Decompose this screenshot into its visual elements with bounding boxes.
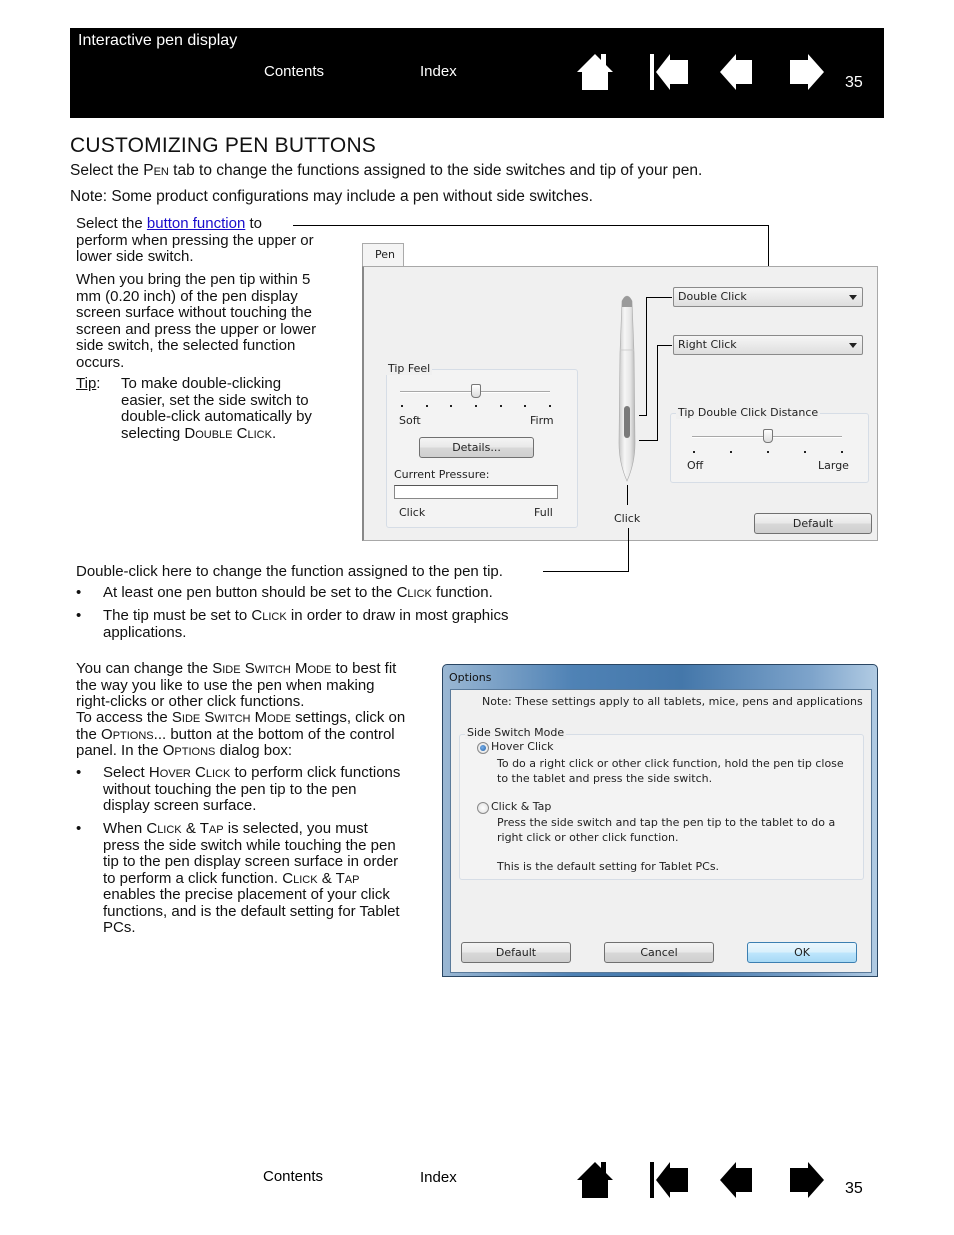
tip-feel-slider-thumb[interactable]: [471, 384, 481, 398]
note-text: Note: Some product configurations may in…: [70, 188, 593, 205]
hover-click-radio[interactable]: [477, 742, 489, 754]
pen-tip-label[interactable]: Click: [614, 512, 640, 525]
intro-text: Select the Pen tab to change the functio…: [70, 162, 703, 179]
tip-double-click-min-label: Off: [687, 459, 704, 472]
bullet-item: When Click & Tap is selected, you must p…: [103, 820, 400, 936]
page-number: 35: [845, 1180, 863, 1197]
pressure-min-label: Click: [399, 506, 426, 519]
index-link[interactable]: Index: [420, 1169, 457, 1186]
slider-tick: [499, 405, 502, 407]
button-function-callout: Select the button function to perform wh…: [76, 215, 314, 265]
button-function-link[interactable]: button function: [147, 215, 245, 232]
index-link[interactable]: Index: [420, 63, 457, 80]
previous-page-icon[interactable]: [718, 52, 758, 92]
bullet-item: Select Hover Click to perform click func…: [103, 764, 401, 814]
slider-tick: [401, 405, 403, 407]
hover-click-label[interactable]: Hover Click: [491, 740, 554, 753]
dialog-client-area: Note: These settings apply to all tablet…: [450, 689, 872, 973]
default-button[interactable]: Default: [754, 513, 872, 534]
leader-line: [628, 528, 629, 571]
leader-line: [646, 297, 647, 415]
slider-tick: [804, 451, 806, 453]
pen-illustration: [618, 295, 636, 482]
bullet-item: At least one pen button should be set to…: [103, 584, 493, 601]
tip-callout-text: Double-click here to change the function…: [76, 563, 503, 580]
click-tap-label[interactable]: Click & Tap: [491, 800, 551, 813]
side-switch-paragraph: You can change the Side Switch Mode to b…: [76, 660, 397, 710]
slider-tick: [549, 405, 551, 407]
tip-feel-max-label: Firm: [530, 414, 554, 427]
previous-page-icon[interactable]: [718, 1160, 758, 1200]
leader-line: [646, 297, 672, 298]
leader-line: [657, 345, 672, 346]
pressure-max-label: Full: [534, 506, 553, 519]
leader-line: [627, 485, 628, 505]
click-tap-default-note: This is the default setting for Tablet P…: [497, 860, 720, 873]
tip-double-click-group: [670, 413, 869, 483]
slider-tick: [524, 405, 527, 407]
leader-line: [639, 440, 658, 441]
slider-tick: [767, 451, 769, 453]
leader-line: [639, 415, 647, 416]
lower-switch-dropdown[interactable]: Right Click: [673, 335, 863, 355]
header-bar: Interactive pen display Contents Index 3…: [70, 28, 884, 118]
options-dialog: Options Note: These settings apply to al…: [442, 664, 878, 977]
next-page-icon[interactable]: [786, 52, 826, 92]
home-icon[interactable]: [575, 52, 615, 92]
bullet-icon: •: [76, 820, 82, 837]
options-access-paragraph: To access the Side Switch Mode settings,…: [76, 709, 406, 759]
slider-tick: [425, 405, 428, 407]
tip-double-click-slider-thumb[interactable]: [763, 429, 773, 443]
slider-tick: [841, 451, 843, 453]
bullet-icon: •: [76, 607, 82, 624]
click-tap-description: Press the side switch and tap the pen ti…: [497, 816, 836, 844]
options-note: Note: These settings apply to all tablet…: [482, 695, 863, 708]
page-title: CUSTOMIZING PEN BUTTONS: [70, 134, 377, 157]
upper-switch-dropdown[interactable]: Double Click: [673, 287, 863, 307]
tip-double-click-max-label: Large: [818, 459, 849, 472]
contents-link[interactable]: Contents: [264, 63, 324, 80]
page-number: 35: [845, 74, 863, 91]
default-button[interactable]: Default: [461, 942, 571, 963]
tab-pen[interactable]: Pen: [362, 243, 404, 267]
details-button[interactable]: Details...: [419, 437, 534, 458]
document-title: Interactive pen display: [78, 32, 238, 49]
dialog-title: Options: [449, 671, 492, 684]
current-pressure-label: Current Pressure:: [394, 468, 490, 481]
hover-click-description: To do a right click or other click funct…: [497, 757, 844, 785]
leader-line: [293, 225, 769, 226]
upper-switch-value: Double Click: [678, 290, 747, 303]
footer-bar: Contents Index 35: [70, 1138, 884, 1228]
slider-tick: [475, 405, 477, 407]
first-page-icon[interactable]: [648, 52, 688, 92]
first-page-icon[interactable]: [648, 1160, 688, 1200]
tip-feel-title: Tip Feel: [386, 362, 433, 375]
tip-text: To make double-clicking easier, set the …: [121, 375, 312, 442]
cancel-button[interactable]: Cancel: [604, 942, 714, 963]
click-tap-radio[interactable]: [477, 802, 489, 814]
slider-tick: [693, 451, 695, 453]
slider-tick: [450, 405, 453, 407]
leader-line: [543, 571, 629, 572]
lower-switch-value: Right Click: [678, 338, 737, 351]
bullet-icon: •: [76, 764, 82, 781]
current-pressure-bar: [394, 485, 558, 499]
leader-line: [657, 345, 658, 440]
home-icon[interactable]: [575, 1160, 615, 1200]
bullet-icon: •: [76, 584, 82, 601]
tip-label: Tip:: [76, 375, 101, 392]
bullet-item: The tip must be set to Click in order to…: [103, 607, 509, 641]
hover-description: When you bring the pen tip within 5 mm (…: [76, 271, 317, 371]
tip-feel-min-label: Soft: [399, 414, 421, 427]
slider-tick: [730, 451, 732, 453]
next-page-icon[interactable]: [786, 1160, 826, 1200]
side-switch-mode-title: Side Switch Mode: [465, 726, 567, 739]
ok-button[interactable]: OK: [747, 942, 857, 963]
chevron-down-icon: [849, 343, 857, 348]
pen-settings-panel: Pen Tip Feel Soft Firm Details... Curren…: [362, 243, 878, 541]
tip-double-click-title: Tip Double Click Distance: [676, 406, 821, 419]
chevron-down-icon: [849, 295, 857, 300]
contents-link[interactable]: Contents: [263, 1168, 323, 1185]
